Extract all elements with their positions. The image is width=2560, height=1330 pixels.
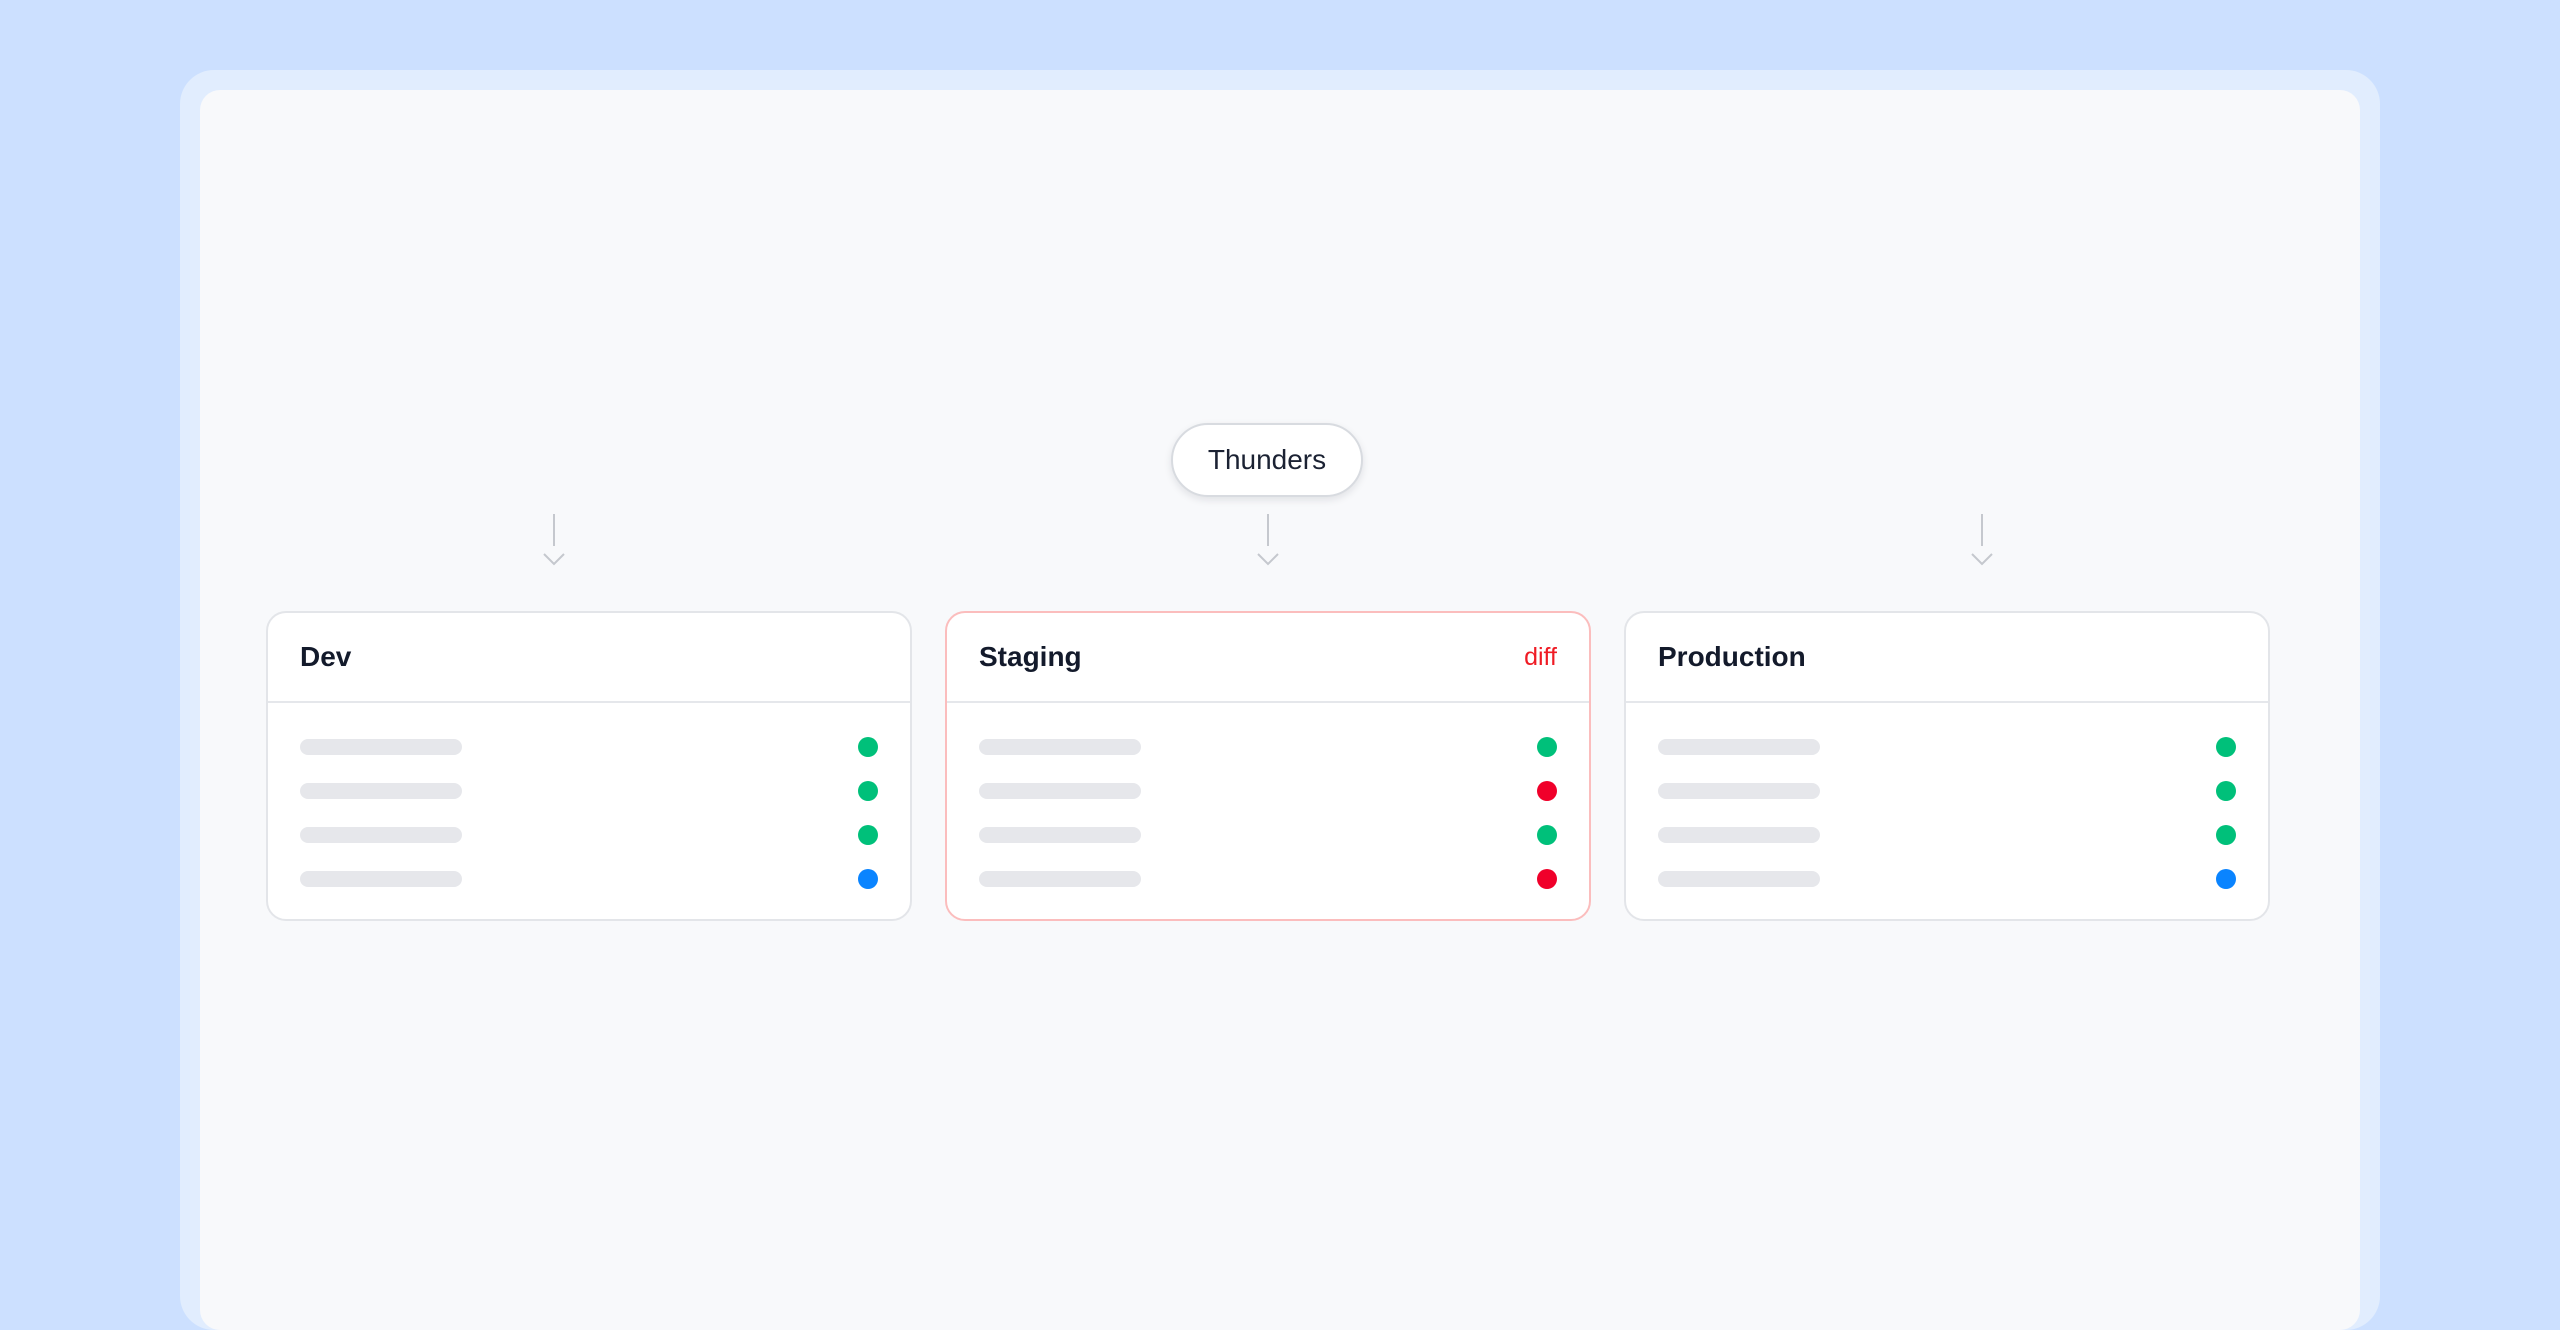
card-header: Production [1626, 613, 2268, 703]
card-rows [268, 703, 910, 901]
card-title: Dev [300, 641, 352, 672]
placeholder-bar [300, 783, 462, 799]
status-dot [2216, 825, 2236, 845]
status-dot [2216, 781, 2236, 801]
placeholder-bar [300, 739, 462, 755]
status-dot [2216, 869, 2236, 889]
placeholder-bar [1658, 783, 1820, 799]
list-item[interactable] [1626, 725, 2268, 769]
placeholder-bar [300, 871, 462, 887]
card-rows [1626, 703, 2268, 901]
card-header: Staging diff [947, 613, 1589, 703]
list-item[interactable] [947, 725, 1589, 769]
status-dot [2216, 737, 2236, 757]
list-item[interactable] [1626, 857, 2268, 901]
list-item[interactable] [1626, 769, 2268, 813]
placeholder-bar [979, 827, 1141, 843]
card-title: Staging [979, 641, 1082, 672]
env-card-production[interactable]: Production [1624, 611, 2270, 921]
connector-arrow-dev [540, 514, 568, 570]
placeholder-bar [1658, 827, 1820, 843]
card-rows [947, 703, 1589, 901]
status-dot [858, 737, 878, 757]
source-node[interactable]: Thunders [1171, 423, 1363, 497]
diff-badge: diff [1524, 642, 1557, 671]
env-card-dev[interactable]: Dev [266, 611, 912, 921]
status-dot [858, 869, 878, 889]
card-title: Production [1658, 641, 1806, 672]
connector-arrow-staging [1254, 514, 1282, 570]
arrow-down-icon [1257, 514, 1279, 566]
status-dot [1537, 737, 1557, 757]
source-node-label: Thunders [1207, 444, 1327, 475]
list-item[interactable] [947, 813, 1589, 857]
card-header: Dev [268, 613, 910, 703]
status-dot [1537, 781, 1557, 801]
status-dot [858, 825, 878, 845]
placeholder-bar [979, 783, 1141, 799]
placeholder-bar [979, 871, 1141, 887]
list-item[interactable] [947, 769, 1589, 813]
arrow-down-icon [543, 514, 565, 566]
status-dot [858, 781, 878, 801]
list-item[interactable] [268, 725, 910, 769]
list-item[interactable] [268, 769, 910, 813]
list-item[interactable] [268, 813, 910, 857]
status-dot [1537, 869, 1557, 889]
status-dot [1537, 825, 1557, 845]
placeholder-bar [979, 739, 1141, 755]
placeholder-bar [300, 827, 462, 843]
placeholder-bar [1658, 739, 1820, 755]
env-card-staging[interactable]: Staging diff [945, 611, 1591, 921]
connector-arrow-production [1968, 514, 1996, 570]
placeholder-bar [1658, 871, 1820, 887]
list-item[interactable] [268, 857, 910, 901]
arrow-down-icon [1971, 514, 1993, 566]
list-item[interactable] [1626, 813, 2268, 857]
list-item[interactable] [947, 857, 1589, 901]
